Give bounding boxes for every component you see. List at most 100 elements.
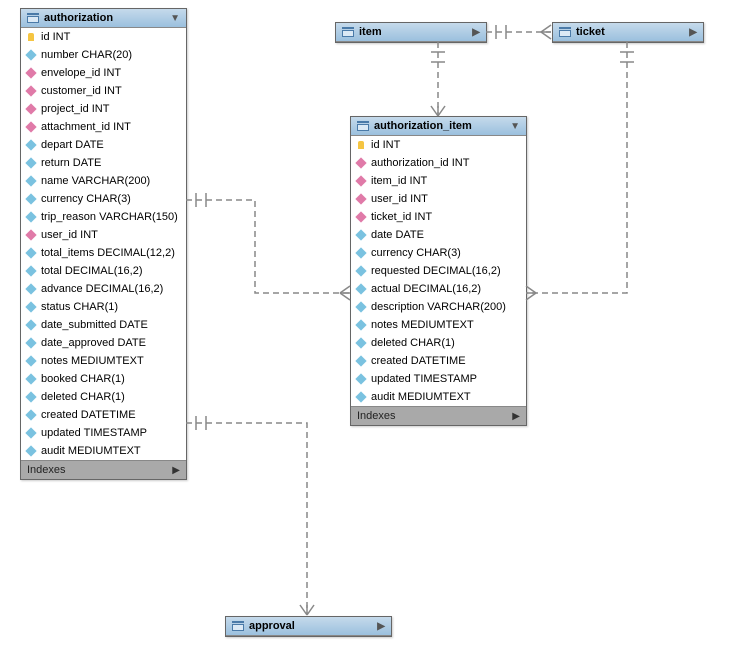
field-icon (355, 283, 366, 294)
column-row[interactable]: number CHAR(20) (21, 46, 186, 64)
entity-authorization-item[interactable]: authorization_item ▼ id INTauthorization… (350, 116, 527, 426)
field-icon (25, 409, 36, 420)
entity-header-approval[interactable]: approval ▶ (226, 617, 391, 636)
column-row[interactable]: requested DECIMAL(16,2) (351, 262, 526, 280)
column-row[interactable]: currency CHAR(3) (21, 190, 186, 208)
column-row[interactable]: audit MEDIUMTEXT (351, 388, 526, 406)
column-row[interactable]: ticket_id INT (351, 208, 526, 226)
column-label: actual DECIMAL(16,2) (371, 283, 481, 295)
column-row[interactable]: total_items DECIMAL(12,2) (21, 244, 186, 262)
column-row[interactable]: customer_id INT (21, 82, 186, 100)
table-icon (232, 621, 244, 631)
column-row[interactable]: description VARCHAR(200) (351, 298, 526, 316)
column-row[interactable]: id INT (21, 28, 186, 46)
expand-icon[interactable]: ▶ (377, 621, 385, 632)
column-label: trip_reason VARCHAR(150) (41, 211, 178, 223)
column-label: total_items DECIMAL(12,2) (41, 247, 175, 259)
column-row[interactable]: return DATE (21, 154, 186, 172)
column-row[interactable]: advance DECIMAL(16,2) (21, 280, 186, 298)
field-icon (355, 247, 366, 258)
column-row[interactable]: deleted CHAR(1) (21, 388, 186, 406)
column-row[interactable]: name VARCHAR(200) (21, 172, 186, 190)
column-row[interactable]: status CHAR(1) (21, 298, 186, 316)
entity-title: authorization (44, 12, 113, 24)
column-row[interactable]: deleted CHAR(1) (351, 334, 526, 352)
entity-header-item[interactable]: item ▶ (336, 23, 486, 42)
entity-approval[interactable]: approval ▶ (225, 616, 392, 637)
field-icon (355, 301, 366, 312)
column-label: item_id INT (371, 175, 427, 187)
column-label: total DECIMAL(16,2) (41, 265, 142, 277)
entity-header-authorization-item[interactable]: authorization_item ▼ (351, 117, 526, 136)
column-row[interactable]: date_approved DATE (21, 334, 186, 352)
column-row[interactable]: attachment_id INT (21, 118, 186, 136)
entity-title: item (359, 26, 382, 38)
field-icon (25, 193, 36, 204)
column-row[interactable]: notes MEDIUMTEXT (21, 352, 186, 370)
column-row[interactable]: currency CHAR(3) (351, 244, 526, 262)
column-label: requested DECIMAL(16,2) (371, 265, 501, 277)
column-row[interactable]: date_submitted DATE (21, 316, 186, 334)
column-row[interactable]: notes MEDIUMTEXT (351, 316, 526, 334)
field-icon (355, 355, 366, 366)
column-row[interactable]: updated TIMESTAMP (351, 370, 526, 388)
expand-icon[interactable]: ▶ (512, 411, 520, 422)
fk-icon (25, 229, 36, 240)
collapse-icon[interactable]: ▼ (170, 13, 180, 24)
expand-icon[interactable]: ▶ (689, 27, 697, 38)
field-icon (355, 337, 366, 348)
column-row[interactable]: trip_reason VARCHAR(150) (21, 208, 186, 226)
expand-icon[interactable]: ▶ (472, 27, 480, 38)
column-row[interactable]: depart DATE (21, 136, 186, 154)
column-row[interactable]: envelope_id INT (21, 64, 186, 82)
column-row[interactable]: item_id INT (351, 172, 526, 190)
key-icon (28, 33, 34, 41)
column-row[interactable]: actual DECIMAL(16,2) (351, 280, 526, 298)
footer-label: Indexes (357, 410, 396, 422)
column-row[interactable]: updated TIMESTAMP (21, 424, 186, 442)
entity-authorization[interactable]: authorization ▼ id INT number CHAR(20)env… (20, 8, 187, 480)
field-icon (355, 229, 366, 240)
column-row[interactable]: date DATE (351, 226, 526, 244)
footer-label: Indexes (27, 464, 66, 476)
column-row[interactable]: booked CHAR(1) (21, 370, 186, 388)
column-row[interactable]: project_id INT (21, 100, 186, 118)
column-label: deleted CHAR(1) (41, 391, 125, 403)
entity-item[interactable]: item ▶ (335, 22, 487, 43)
column-row[interactable]: user_id INT (351, 190, 526, 208)
fk-icon (25, 67, 36, 78)
fk-icon (25, 121, 36, 132)
field-icon (355, 391, 366, 402)
column-label: user_id INT (41, 229, 98, 241)
column-label: advance DECIMAL(16,2) (41, 283, 163, 295)
expand-icon[interactable]: ▶ (172, 465, 180, 476)
column-label: audit MEDIUMTEXT (371, 391, 471, 403)
entity-footer-authorization[interactable]: Indexes ▶ (21, 460, 186, 479)
field-icon (25, 247, 36, 258)
column-row[interactable]: created DATETIME (21, 406, 186, 424)
collapse-icon[interactable]: ▼ (510, 121, 520, 132)
column-label: notes MEDIUMTEXT (371, 319, 474, 331)
entity-header-authorization[interactable]: authorization ▼ (21, 9, 186, 28)
table-icon (357, 121, 369, 131)
column-row[interactable]: user_id INT (21, 226, 186, 244)
entity-footer-authorization-item[interactable]: Indexes ▶ (351, 406, 526, 425)
fk-icon (25, 103, 36, 114)
column-row[interactable]: authorization_id INT (351, 154, 526, 172)
column-label: user_id INT (371, 193, 428, 205)
column-row[interactable]: total DECIMAL(16,2) (21, 262, 186, 280)
entity-header-ticket[interactable]: ticket ▶ (553, 23, 703, 42)
column-label: name VARCHAR(200) (41, 175, 150, 187)
column-label: notes MEDIUMTEXT (41, 355, 144, 367)
field-icon (25, 445, 36, 456)
field-icon (25, 139, 36, 150)
column-label: customer_id INT (41, 85, 122, 97)
column-label: id INT (41, 31, 70, 43)
column-row[interactable]: audit MEDIUMTEXT (21, 442, 186, 460)
entity-ticket[interactable]: ticket ▶ (552, 22, 704, 43)
field-icon (25, 211, 36, 222)
column-row[interactable]: id INT (351, 136, 526, 154)
column-label: project_id INT (41, 103, 109, 115)
table-icon (27, 13, 39, 23)
column-row[interactable]: created DATETIME (351, 352, 526, 370)
